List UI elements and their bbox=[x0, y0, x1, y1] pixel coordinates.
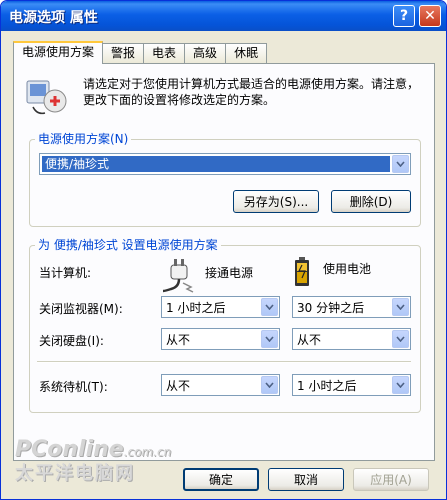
save-as-button[interactable]: 另存为(S)... bbox=[233, 190, 319, 213]
standby-dc-select[interactable]: 1 小时之后 bbox=[292, 374, 411, 396]
disk-off-ac-select[interactable]: 从不 bbox=[161, 328, 280, 350]
disk-off-ac-value: 从不 bbox=[166, 332, 191, 347]
chevron-down-icon[interactable] bbox=[261, 376, 278, 394]
watermark-cn: 太平洋电脑网 bbox=[15, 463, 135, 484]
chevron-down-icon[interactable] bbox=[392, 298, 409, 316]
monitor-off-dc-select[interactable]: 30 分钟之后 bbox=[292, 296, 411, 318]
tab-alarms[interactable]: 警报 bbox=[102, 43, 145, 63]
battery-icon bbox=[295, 257, 309, 286]
standby-ac-value: 从不 bbox=[166, 378, 191, 393]
plug-icon bbox=[162, 259, 194, 293]
settings-group-label: 为 便携/袖珍式 设置电源使用方案 bbox=[35, 238, 221, 252]
scheme-group-label: 电源使用方案(N) bbox=[35, 132, 132, 146]
monitor-off-ac-value: 1 小时之后 bbox=[166, 300, 226, 315]
monitor-off-label: 关闭监视器(M): bbox=[39, 302, 123, 316]
tab-strip: 电源使用方案 警报 电表 高级 休眠 bbox=[13, 41, 268, 64]
standby-dc-value: 1 小时之后 bbox=[297, 378, 357, 393]
tab-advanced[interactable]: 高级 bbox=[184, 43, 227, 63]
power-scheme-select[interactable]: 便携/袖珍式 bbox=[39, 153, 411, 175]
help-button[interactable]: ? bbox=[393, 5, 415, 27]
plugged-in-label: 接通电源 bbox=[205, 266, 254, 280]
monitor-off-dc-value: 30 分钟之后 bbox=[297, 300, 365, 315]
tab-hibernate[interactable]: 休眠 bbox=[225, 43, 268, 63]
power-scheme-value: 便携/袖珍式 bbox=[42, 156, 390, 172]
tab-power-meter[interactable]: 电表 bbox=[143, 43, 186, 63]
computer-label: 当计算机: bbox=[39, 266, 92, 280]
watermark-domain: .com.cn bbox=[123, 445, 172, 459]
power-options-dialog: 电源选项 属性 ? ✕ 电源使用方案 警报 电表 高级 休眠 请选定对于您使用计… bbox=[0, 0, 447, 500]
chevron-down-icon[interactable] bbox=[392, 155, 409, 173]
monitor-off-ac-select[interactable]: 1 小时之后 bbox=[161, 296, 280, 318]
separator bbox=[37, 361, 411, 363]
ok-button[interactable]: 确定 bbox=[183, 468, 259, 491]
chevron-down-icon[interactable] bbox=[392, 376, 409, 394]
title-bar[interactable]: 电源选项 属性 ? ✕ bbox=[1, 1, 446, 31]
chevron-down-icon[interactable] bbox=[261, 298, 278, 316]
chevron-down-icon[interactable] bbox=[261, 330, 278, 348]
disk-off-dc-value: 从不 bbox=[297, 332, 322, 347]
delete-button[interactable]: 删除(D) bbox=[331, 190, 411, 213]
on-battery-label: 使用电池 bbox=[323, 262, 372, 276]
standby-label: 系统待机(T): bbox=[39, 380, 108, 394]
chevron-down-icon[interactable] bbox=[392, 330, 409, 348]
apply-button[interactable]: 应用(A) bbox=[353, 468, 429, 491]
close-button[interactable]: ✕ bbox=[419, 5, 441, 27]
tab-power-schemes[interactable]: 电源使用方案 bbox=[13, 41, 104, 64]
intro-text: 请选定对于您使用计算机方式最适合的电源使用方案。请注意，更改下面的设置将修改选定… bbox=[83, 77, 420, 107]
disk-off-dc-select[interactable]: 从不 bbox=[292, 328, 411, 350]
disk-off-label: 关闭硬盘(I): bbox=[39, 334, 104, 348]
power-scheme-icon bbox=[26, 80, 67, 115]
window-title: 电源选项 属性 bbox=[9, 10, 98, 26]
cancel-button[interactable]: 取消 bbox=[268, 468, 344, 491]
standby-ac-select[interactable]: 从不 bbox=[161, 374, 280, 396]
